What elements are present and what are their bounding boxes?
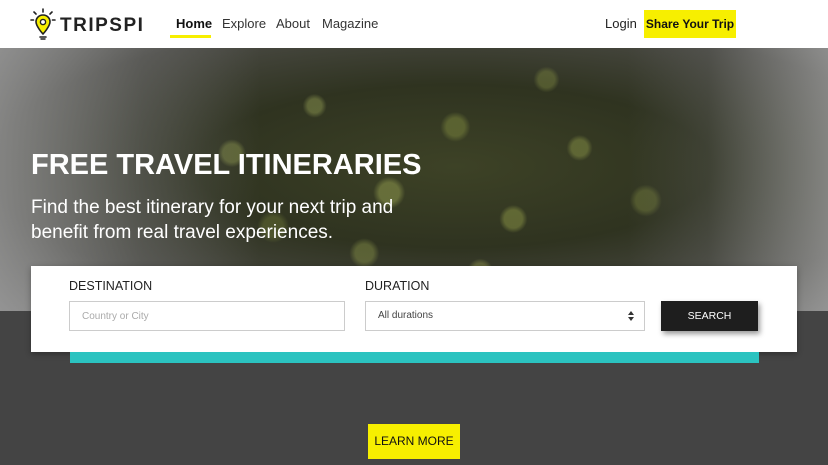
nav-item-magazine[interactable]: Magazine (322, 16, 378, 31)
hero-subtitle: Find the best itinerary for your next tr… (31, 197, 394, 243)
learn-more-button[interactable]: LEARN MORE (368, 424, 460, 459)
accent-bar (70, 352, 759, 363)
brand-logo[interactable]: TRIPSPI (30, 8, 143, 40)
duration-selected-value: All durations (378, 310, 434, 321)
share-your-trip-button[interactable]: Share Your Trip (644, 10, 736, 38)
select-arrows-icon (628, 311, 634, 321)
destination-label: DESTINATION (69, 279, 153, 293)
destination-input[interactable] (69, 301, 345, 331)
top-navbar: TRIPSPI Home Explore About Magazine Logi… (0, 0, 828, 48)
duration-select[interactable]: All durations (365, 301, 645, 331)
search-button[interactable]: SEARCH (661, 301, 758, 331)
nav-item-explore[interactable]: Explore (222, 16, 266, 31)
lightbulb-pin-icon (30, 8, 56, 40)
search-panel: DESTINATION DURATION All durations SEARC… (31, 266, 797, 352)
nav-item-about[interactable]: About (276, 16, 310, 31)
brand-name: TRIPSPI (60, 15, 145, 36)
nav-active-underline (170, 35, 211, 38)
hero-title: FREE TRAVEL ITINERARIES (31, 149, 422, 181)
nav-item-home[interactable]: Home (176, 16, 212, 31)
login-link[interactable]: Login (605, 16, 637, 31)
duration-label: DURATION (365, 279, 430, 293)
